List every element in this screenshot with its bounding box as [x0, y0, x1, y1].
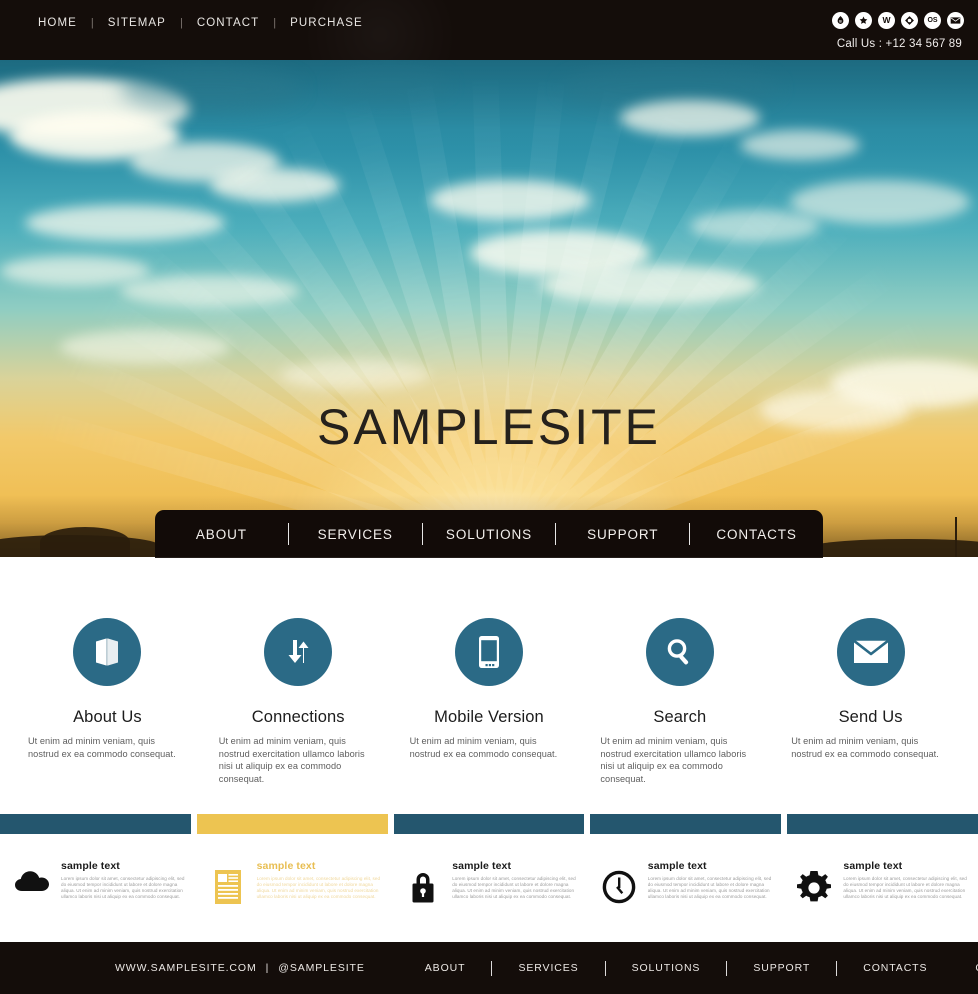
footer-nav-item-about[interactable]: ABOUT [425, 962, 466, 974]
feature-card-search[interactable]: Search Ut enim ad minim veniam, quis nos… [584, 560, 775, 810]
envelope-social-icon[interactable] [947, 12, 964, 29]
main-navigation: ABOUT SERVICES SOLUTIONS SUPPORT CONTACT… [155, 510, 823, 558]
top-nav-item-sitemap[interactable]: SITEMAP [94, 15, 180, 31]
magnifier-icon [645, 618, 714, 686]
top-bar: HOME | SITEMAP | CONTACT | PURCHASE B W [0, 0, 978, 60]
top-nav-item-purchase[interactable]: PURCHASE [276, 15, 377, 31]
sample-text-block: sample text Lorem ipsum dolor sit amet, … [257, 860, 382, 900]
feature-card-connections[interactable]: Connections Ut enim ad minim veniam, qui… [203, 560, 394, 810]
clock-icon [599, 860, 639, 904]
call-us-text: Call Us : +12 34 567 89 [836, 38, 962, 50]
sample-text-block: sample text Lorem ipsum dolor sit amet, … [452, 860, 577, 900]
envelope-icon [836, 618, 905, 686]
main-nav-item-support[interactable]: SUPPORT [556, 527, 689, 542]
main-nav-item-solutions[interactable]: SOLUTIONS [423, 527, 556, 542]
footer-brand-group: WWW.SAMPLESITE.COM | @SAMPLESITE [115, 962, 365, 974]
feature-card-send-us[interactable]: Send Us Ut enim ad minim veniam, quis no… [775, 560, 966, 810]
tab-bar-3[interactable] [393, 814, 585, 834]
vimeo-icon[interactable] [901, 12, 918, 29]
nav-divider [689, 523, 691, 545]
sample-paragraph: Lorem ipsum dolor sit amet, consectetur … [647, 876, 772, 900]
sample-text-block: sample text Lorem ipsum dolor sit amet, … [648, 860, 773, 900]
cloud-icon [12, 860, 52, 892]
tab-bar-2-active[interactable] [196, 814, 388, 834]
main-nav-item-services[interactable]: SERVICES [289, 527, 422, 542]
sample-paragraph: Lorem ipsum dolor sit amet, consectetur … [61, 876, 185, 900]
top-nav-item-contact[interactable]: CONTACT [183, 15, 273, 31]
footer-nav-item-contacts[interactable]: CONTACTS [863, 962, 927, 974]
sample-text-row: sample text Lorem ipsum dolor sit amet, … [0, 846, 978, 934]
hero-banner: SAMPLESITE [0, 60, 978, 557]
footer-nav-item-support[interactable]: SUPPORT [753, 962, 810, 974]
footer-handle[interactable]: @SAMPLESITE [278, 962, 365, 974]
document-icon [208, 860, 248, 904]
sample-item-lock[interactable]: sample text Lorem ipsum dolor sit amet, … [391, 846, 587, 934]
wordpress-icon[interactable]: W [878, 12, 895, 29]
footer-nav-item-services[interactable]: SERVICES [518, 962, 578, 974]
features-section: About Us Ut enim ad minim veniam, quis n… [0, 560, 978, 810]
main-nav-item-contacts[interactable]: CONTACTS [690, 527, 823, 542]
sample-item-document[interactable]: sample text Lorem ipsum dolor sit amet, … [196, 846, 392, 934]
sample-title: sample text [452, 860, 512, 872]
feature-text: Ut enim ad minim veniam, quis nostrud ex… [409, 736, 558, 759]
treeline-right [808, 539, 978, 557]
lock-icon [403, 860, 443, 904]
sample-title: sample text [61, 860, 120, 872]
tab-bar-1[interactable] [0, 814, 191, 834]
footer: WWW.SAMPLESITE.COM | @SAMPLESITE ABOUT S… [0, 942, 978, 994]
footer-nav-divider [726, 960, 728, 976]
main-nav-item-about[interactable]: ABOUT [155, 527, 288, 542]
treeline-left-2 [40, 527, 130, 557]
sample-title: sample text [843, 860, 903, 872]
sample-paragraph: Lorem ipsum dolor sit amet, consectetur … [843, 876, 967, 900]
footer-nav-divider [604, 960, 606, 976]
tower-mast [955, 517, 957, 557]
sample-title: sample text [647, 860, 707, 872]
feature-card-mobile-version[interactable]: Mobile Version Ut enim ad minim veniam, … [394, 560, 585, 810]
feature-title: Connections [251, 708, 345, 726]
sample-text-block: sample text Lorem ipsum dolor sit amet, … [61, 860, 186, 900]
feature-text: Ut enim ad minim veniam, quis nostrud ex… [791, 736, 939, 759]
top-navigation: HOME | SITEMAP | CONTACT | PURCHASE [24, 15, 377, 31]
sample-title: sample text [256, 860, 316, 872]
feature-title: Send Us [838, 708, 903, 726]
sample-paragraph: Lorem ipsum dolor sit amet, consectetur … [452, 876, 576, 900]
nav-divider [555, 523, 557, 545]
sample-paragraph: Lorem ipsum dolor sit amet, consectetur … [256, 876, 381, 900]
feature-title: Mobile Version [434, 708, 544, 726]
footer-nav-item-solutions[interactable]: SOLUTIONS [632, 962, 701, 974]
sample-text-block: sample text Lorem ipsum dolor sit amet, … [843, 860, 968, 900]
feature-text: Ut enim ad minim veniam, quis nostrud ex… [600, 736, 747, 784]
tab-bar-5[interactable] [787, 814, 978, 834]
star-icon[interactable] [855, 12, 872, 29]
transfer-arrows-icon [264, 618, 333, 686]
gear-icon [794, 860, 834, 906]
feature-text: Ut enim ad minim veniam, quis nostrud ex… [28, 736, 176, 759]
sample-item-cloud[interactable]: sample text Lorem ipsum dolor sit amet, … [0, 846, 196, 934]
sample-item-gear[interactable]: sample text Lorem ipsum dolor sit amet, … [782, 846, 978, 934]
social-icon-bar: B W OS [832, 12, 964, 29]
feature-text: Ut enim ad minim veniam, quis nostrud ex… [218, 736, 365, 784]
feature-title: About Us [73, 708, 142, 726]
blogger-icon[interactable]: B [832, 12, 849, 29]
os-icon[interactable]: OS [924, 12, 941, 29]
footer-site-url[interactable]: WWW.SAMPLESITE.COM [115, 962, 257, 974]
book-icon [73, 618, 142, 686]
site-brand-title: SAMPLESITE [317, 399, 661, 455]
nav-divider [287, 523, 289, 545]
webpage-mockup: HOME | SITEMAP | CONTACT | PURCHASE B W [0, 0, 978, 994]
feature-title: Search [653, 708, 707, 726]
footer-nav-divider [836, 960, 838, 976]
tab-bar-4[interactable] [590, 814, 782, 834]
mobile-phone-icon [454, 618, 523, 686]
footer-separator: | [265, 962, 270, 974]
top-nav-item-home[interactable]: HOME [24, 15, 91, 31]
footer-nav-divider [491, 960, 493, 976]
nav-divider [421, 523, 423, 545]
feature-card-about-us[interactable]: About Us Ut enim ad minim veniam, quis n… [12, 560, 203, 810]
tab-bars-row [0, 814, 978, 834]
sample-item-clock[interactable]: sample text Lorem ipsum dolor sit amet, … [587, 846, 783, 934]
footer-navigation: ABOUT SERVICES SOLUTIONS SUPPORT CONTACT… [425, 960, 928, 976]
